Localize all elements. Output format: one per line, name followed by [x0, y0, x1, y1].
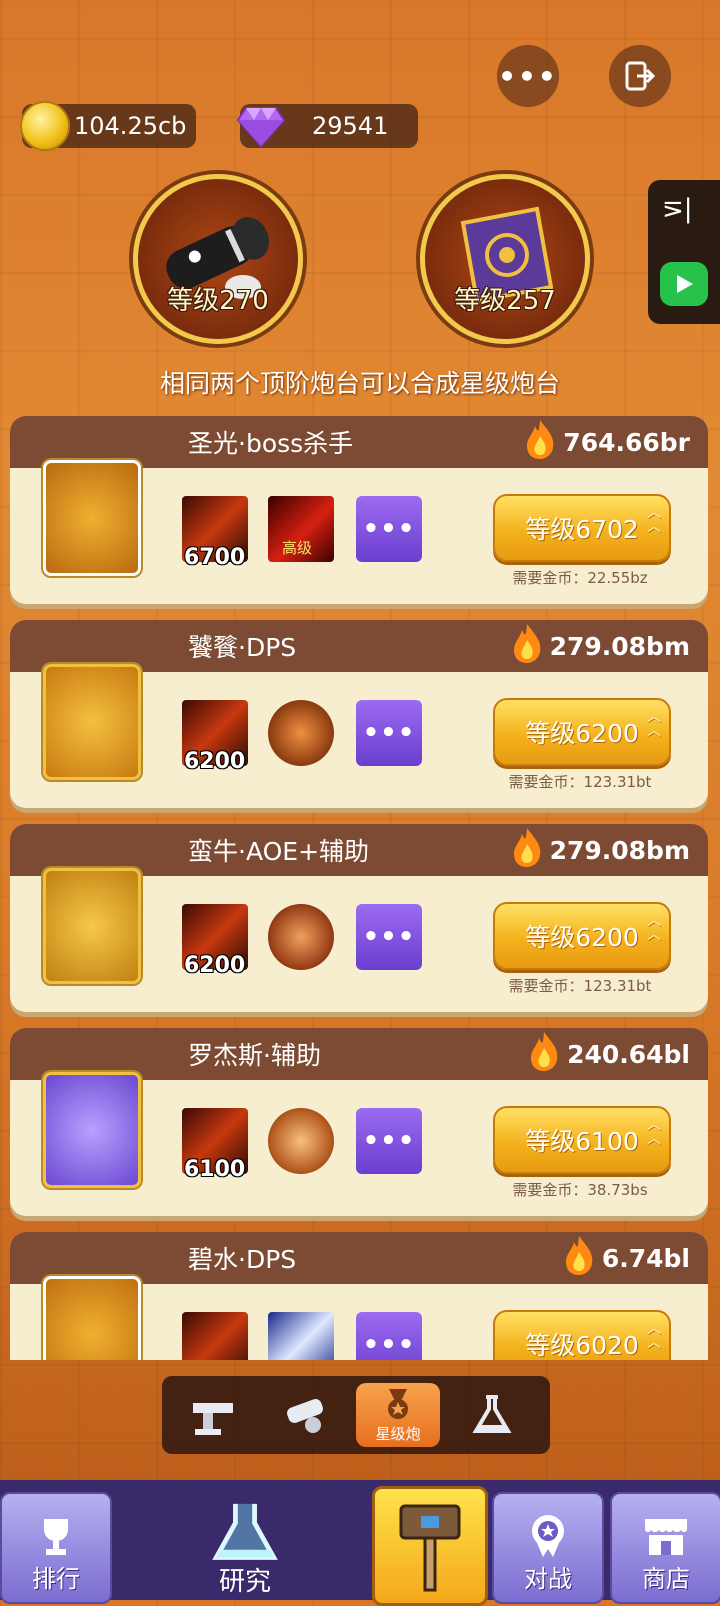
turret-name: 碧水·DPS	[188, 1245, 297, 1274]
cannon-icon	[287, 1399, 323, 1433]
shop-icon	[645, 1519, 687, 1555]
turret-name: 罗杰斯·辅助	[188, 1041, 321, 1070]
nav-forge-button[interactable]	[372, 1486, 488, 1606]
more-button[interactable]: •••	[497, 45, 559, 107]
nav-rank-button[interactable]: 排行	[0, 1492, 112, 1604]
play-video-button[interactable]	[660, 262, 708, 306]
tab-lab[interactable]	[450, 1383, 534, 1447]
exit-button[interactable]	[609, 45, 671, 107]
turret-card: 饕餮·DPS 279.08bm 6200 ••• 等级6200 ︿ ︿ 需要金币：1…	[10, 620, 708, 808]
coin-balance: 104.25cb	[20, 101, 196, 151]
fire-skill-icon[interactable]: 6200	[182, 700, 248, 774]
nav-rank-label: 排行	[32, 1565, 80, 1593]
flame-icon	[513, 624, 540, 663]
turret-name: 圣光·boss杀手	[188, 429, 354, 458]
trophy-icon	[44, 1519, 68, 1555]
upgrade-button[interactable]: 等级6020 ︿ ︿	[493, 1310, 671, 1360]
turret-portrait[interactable]	[43, 664, 141, 780]
tab-star-turret[interactable]: 星级炮	[356, 1383, 440, 1447]
flame-icon	[527, 420, 554, 459]
turret-icon	[193, 1403, 233, 1435]
tab-star-turret-label: 星级炮	[375, 1424, 421, 1443]
more-skills-button[interactable]: •••	[356, 496, 422, 562]
cannon-turret-circle[interactable]: 等级270	[133, 174, 303, 344]
upgrade-cost: 需要金币：22.55bz	[512, 569, 648, 587]
nav-research-button[interactable]: 研究	[190, 1500, 300, 1600]
turret-power: 764.66br	[523, 420, 690, 460]
more-skills-button[interactable]: •••	[356, 1312, 422, 1360]
flask-icon	[472, 1395, 512, 1433]
coin-amount: 104.25cb	[74, 112, 187, 140]
chevron-up-icon: ︿ ︿	[647, 709, 661, 739]
turret-card: 罗杰斯·辅助 240.64bl 6100 ••• 等级6100 ︿ ︿ 需要金币：3…	[10, 1028, 708, 1216]
bottom-nav: 排行 研究 对战 商店	[0, 1480, 720, 1606]
nav-shop-button[interactable]: 商店	[610, 1492, 720, 1604]
fire-skill-icon[interactable]: 6100	[182, 1108, 248, 1182]
turret-portrait[interactable]	[43, 460, 141, 576]
purple-gem-icon	[236, 107, 286, 148]
more-skills-button[interactable]: •••	[356, 1108, 422, 1174]
turret-power: 6.74bl	[562, 1236, 690, 1276]
chevron-up-icon: ︿ ︿	[647, 505, 661, 535]
turret-card: 碧水·DPS 6.74bl ••• 等级6020 ︿ ︿	[10, 1232, 708, 1360]
more-dots-icon: •••	[498, 59, 558, 93]
more-skills-button[interactable]: •••	[356, 904, 422, 970]
demon-skill-icon[interactable]: 高级	[268, 496, 334, 562]
turret-card: 圣光·boss杀手 764.66br 6700 高级 ••• 等级6702 ︿ ︿ …	[10, 416, 708, 604]
turret-portrait[interactable]	[43, 1276, 141, 1360]
burst-skill-icon[interactable]	[268, 1108, 334, 1174]
upgrade-button[interactable]: 等级6100 ︿ ︿	[493, 1106, 671, 1174]
flame-icon	[531, 1032, 558, 1071]
turret-power: 279.08bm	[510, 624, 690, 664]
meteor-skill-icon[interactable]	[268, 904, 334, 970]
medal-icon	[388, 1388, 408, 1419]
play-icon	[677, 275, 693, 293]
collapse-text-icon[interactable]: ⋝|	[662, 194, 693, 224]
nav-research-label: 研究	[218, 1567, 271, 1597]
flame-icon	[513, 828, 540, 867]
badge-icon	[532, 1515, 564, 1557]
upgrade-cost: 需要金币：38.73bs	[512, 1181, 648, 1199]
chevron-up-icon: ︿ ︿	[647, 1321, 661, 1351]
book-level: 等级257	[454, 286, 556, 316]
book-turret-circle[interactable]: 等级257	[420, 174, 590, 344]
turret-sub-tabs: 星级炮	[162, 1376, 550, 1454]
gold-coin-icon	[20, 101, 70, 151]
lightning-skill-icon[interactable]	[268, 1312, 334, 1360]
gem-amount: 29541	[312, 112, 389, 140]
upgrade-button[interactable]: 等级6200 ︿ ︿	[493, 902, 671, 970]
flame-icon	[565, 1236, 593, 1275]
nav-shop-label: 商店	[642, 1565, 690, 1593]
fire-skill-icon[interactable]	[182, 1312, 248, 1360]
turret-portrait[interactable]	[43, 868, 141, 984]
chevron-up-icon: ︿ ︿	[647, 913, 661, 943]
turret-name: 蛮牛·AOE+辅助	[188, 837, 370, 866]
glowing-flask-icon	[212, 1503, 278, 1560]
hammer-icon	[399, 1504, 461, 1592]
turret-portrait[interactable]	[43, 1072, 141, 1188]
gem-balance: 29541	[236, 104, 418, 148]
side-panel: ⋝|	[648, 180, 720, 324]
upgrade-button[interactable]: 等级6702 ︿ ︿	[493, 494, 671, 562]
fire-skill-icon[interactable]: 6700	[182, 496, 248, 570]
turret-name: 饕餮·DPS	[188, 633, 297, 662]
tab-basic-turret[interactable]	[172, 1383, 256, 1447]
fire-skill-icon[interactable]: 6200	[182, 904, 248, 978]
merge-hint-text: 相同两个顶阶炮台可以合成星级炮台	[159, 369, 560, 398]
upgrade-cost: 需要金币：123.31bt	[508, 977, 652, 995]
turret-card: 蛮牛·AOE+辅助 279.08bm 6200 ••• 等级6200 ︿ ︿ 需要金…	[10, 824, 708, 1012]
fox-skill-icon[interactable]	[268, 700, 334, 766]
upgrade-button[interactable]: 等级6200 ︿ ︿	[493, 698, 671, 766]
exit-icon	[625, 61, 656, 91]
nav-battle-label: 对战	[524, 1565, 572, 1593]
upgrade-cost: 需要金币：123.31bt	[508, 773, 652, 791]
chevron-up-icon: ︿ ︿	[647, 1117, 661, 1147]
more-skills-button[interactable]: •••	[356, 700, 422, 766]
turret-power: 279.08bm	[510, 828, 690, 868]
tab-cannon-turret[interactable]	[264, 1383, 348, 1447]
nav-battle-button[interactable]: 对战	[492, 1492, 604, 1604]
turret-power: 240.64bl	[527, 1032, 690, 1072]
cannon-level: 等级270	[167, 286, 269, 316]
